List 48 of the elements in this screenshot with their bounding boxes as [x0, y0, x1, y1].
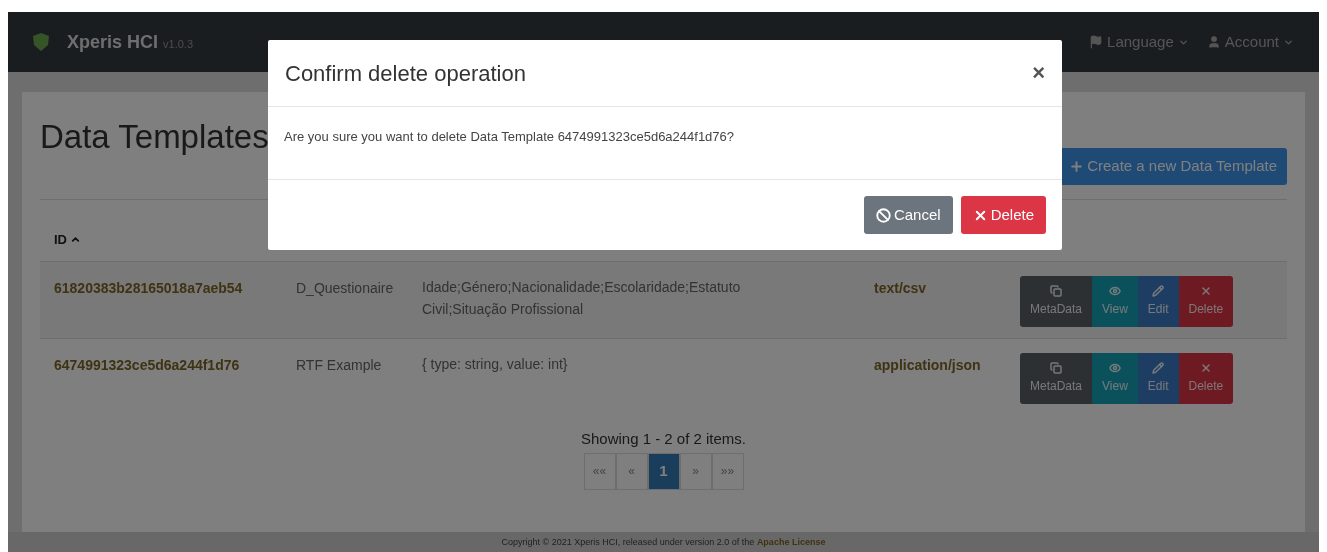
dialog-title: Confirm delete operation: [285, 59, 526, 88]
table-cell-text: D_Questionaire: [296, 279, 395, 298]
plus-icon: [1069, 159, 1085, 174]
edit-button[interactable]: Edit: [1137, 353, 1179, 404]
user-icon: [1206, 35, 1221, 49]
flag-icon: [1089, 35, 1104, 49]
table-cell-text: 61820383b28165018a7aeb54: [54, 279, 244, 298]
delete-button[interactable]: Delete: [1178, 276, 1234, 327]
copy-icon: [1050, 362, 1062, 374]
delete-button[interactable]: Delete: [1178, 353, 1234, 404]
table-cell-text: 6474991323ce5d6a244f1d76: [54, 356, 241, 375]
metadata-button[interactable]: MetaData: [1020, 353, 1093, 404]
page-title: Data Templates: [40, 117, 269, 157]
pagination-summary: Showing 1 - 2 of 2 items.: [580, 429, 747, 449]
page-button[interactable]: »»: [711, 452, 744, 490]
table-cell-text: Idade;Género;Nacionalidade;Escolaridade;Estatuto Civil;Situação Profissional: [422, 278, 742, 319]
close-icon: [1199, 285, 1212, 297]
view-button[interactable]: View: [1092, 276, 1138, 327]
create-button[interactable]: Create a new Data Template: [1059, 148, 1287, 185]
edit-button[interactable]: Edit: [1137, 276, 1179, 327]
copy-icon: [1050, 285, 1062, 297]
nav-link[interactable]: Language: [1089, 30, 1189, 54]
license-link[interactable]: Apache License: [756, 537, 826, 547]
page-button[interactable]: «: [615, 452, 648, 490]
ban-icon: [875, 207, 891, 223]
table-cell-text: { type: string, value: int}: [422, 355, 569, 374]
close-button[interactable]: ×: [1032, 62, 1045, 84]
column-header[interactable]: ID: [54, 229, 81, 249]
page-button[interactable]: ««: [583, 452, 616, 490]
view-button[interactable]: View: [1092, 353, 1138, 404]
dialog-message: Are you sure you want to delete Data Template 6474991323ce5d6a244f1d76?: [284, 128, 736, 146]
eye-icon: [1108, 285, 1121, 297]
footer-text: Copyright © 2021 Xperis HCI, released under version 2.0 of the Apache License: [8, 532, 1319, 552]
pencil-icon: [1152, 362, 1165, 374]
table-cell-text: application/json: [874, 356, 982, 375]
brand-name[interactable]: Xperis HCI: [67, 28, 159, 56]
delete-button[interactable]: Delete: [960, 196, 1046, 234]
table-cell-text: RTF Example: [296, 356, 383, 375]
shield-logo-icon: [33, 33, 49, 51]
eye-icon: [1108, 362, 1121, 374]
pencil-icon: [1152, 285, 1165, 297]
metadata-button[interactable]: MetaData: [1020, 276, 1093, 327]
table-cell-text: text/csv: [874, 279, 928, 298]
page-button[interactable]: 1: [647, 452, 680, 490]
page-button[interactable]: »: [679, 452, 712, 490]
nav-link[interactable]: Account: [1206, 30, 1294, 54]
close-icon: [1199, 362, 1212, 374]
cancel-button[interactable]: Cancel: [863, 196, 953, 234]
